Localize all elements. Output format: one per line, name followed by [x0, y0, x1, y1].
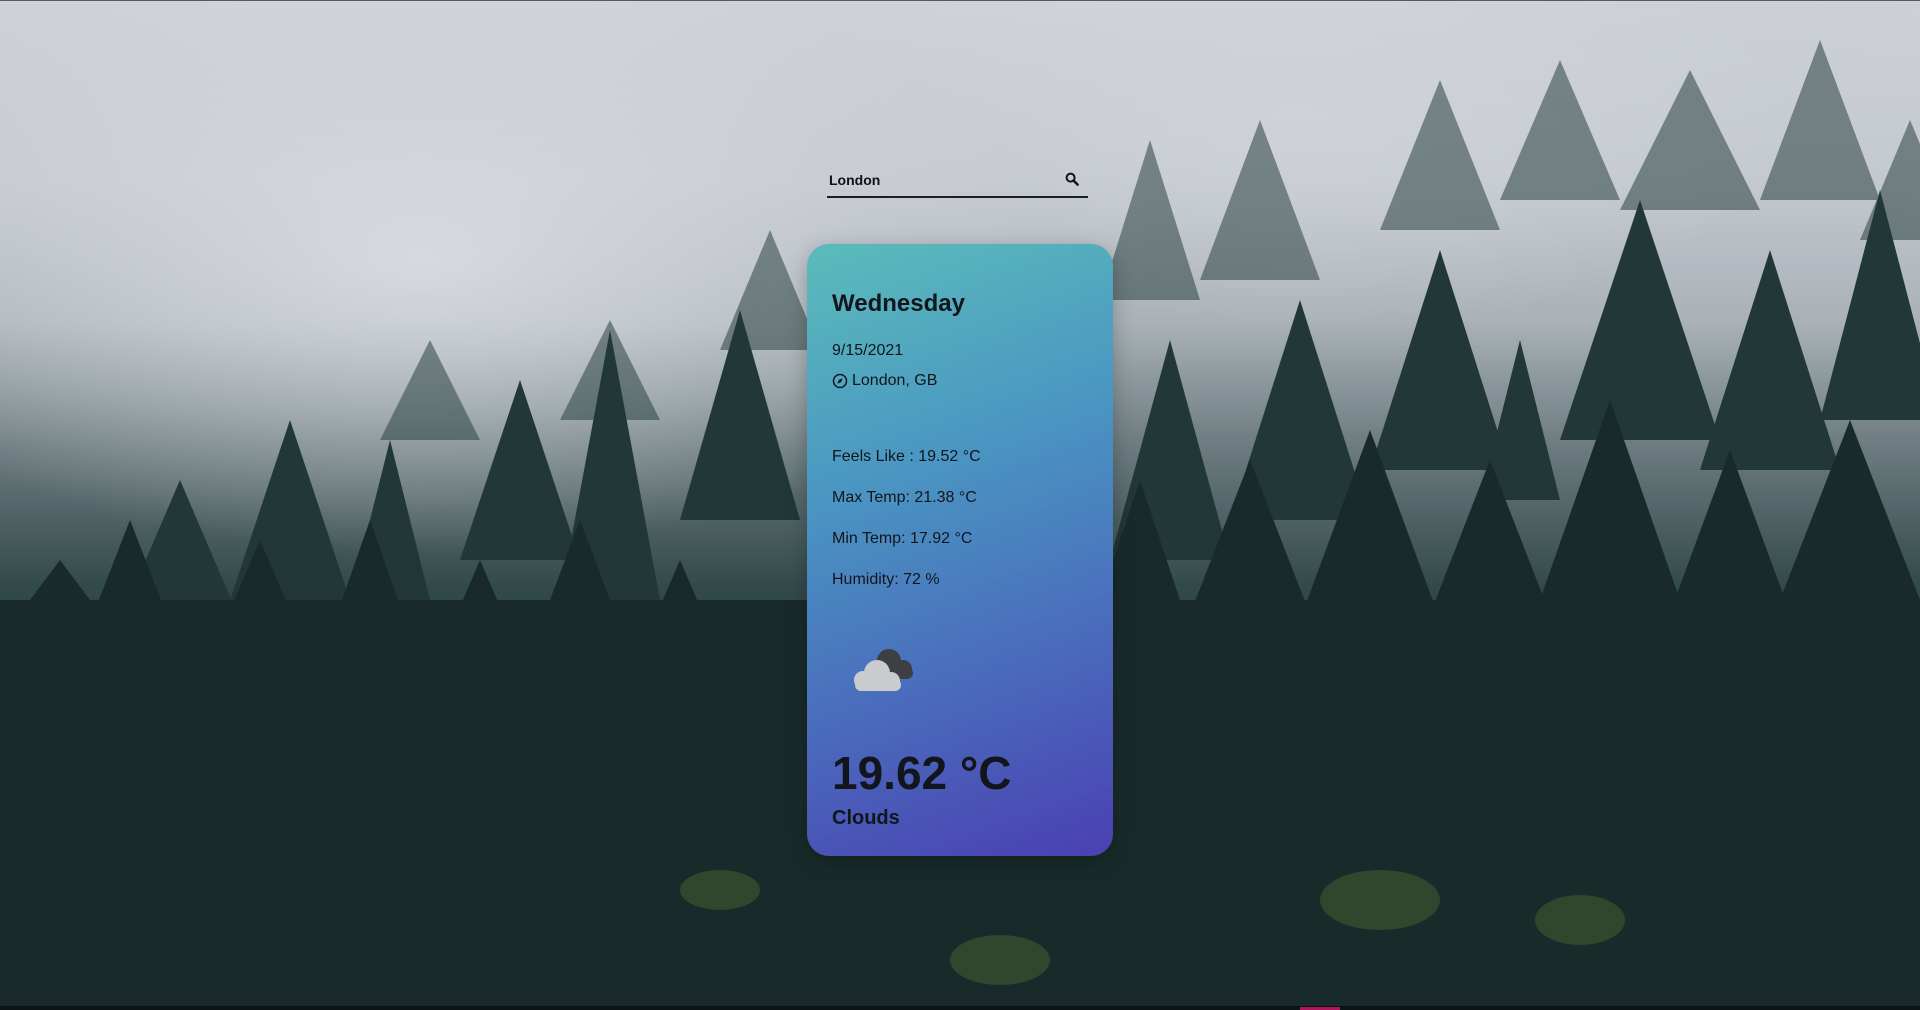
day-name: Wednesday [832, 290, 965, 317]
app-background: Wednesday 9/15/2021 London, GB Feels Lik… [0, 0, 1920, 1010]
search-button[interactable] [1062, 169, 1082, 191]
min-temp: Min Temp: 17.92 °C [832, 530, 973, 547]
current-temperature: 19.62 °C [832, 747, 1012, 799]
feels-like: Feels Like : 19.52 °C [832, 448, 981, 465]
clouds-icon [854, 649, 913, 691]
weather-condition: Clouds [832, 807, 900, 829]
top-border [0, 0, 1920, 1]
search-bar [827, 163, 1088, 198]
bottom-strip [0, 1006, 1920, 1010]
search-input[interactable] [829, 167, 1049, 193]
humidity: Humidity: 72 % [832, 571, 940, 588]
date: 9/15/2021 [832, 342, 904, 359]
max-temp: Max Temp: 21.38 °C [832, 489, 977, 506]
location: London, GB [832, 372, 937, 390]
search-icon [1065, 172, 1079, 186]
weather-card: Wednesday 9/15/2021 London, GB Feels Lik… [807, 244, 1113, 856]
location-label: London, GB [852, 372, 938, 389]
compass-icon [832, 373, 848, 389]
